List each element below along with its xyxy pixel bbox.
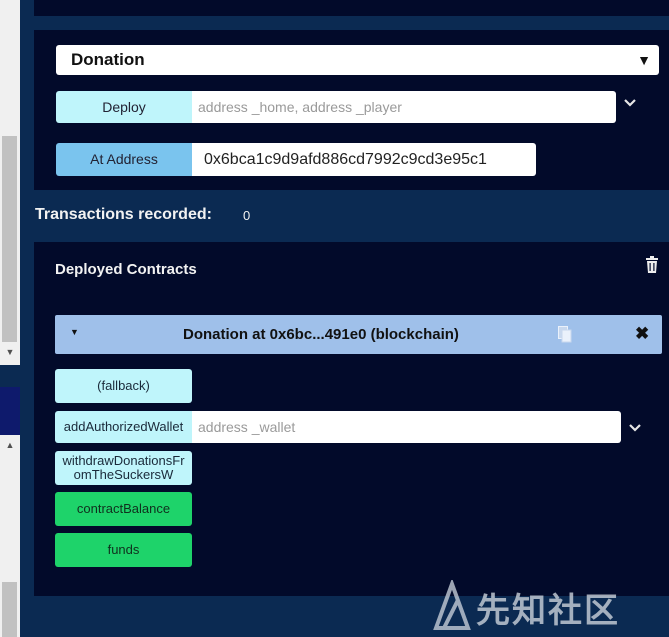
watermark: 先知社区	[432, 578, 662, 634]
wallet-address-input[interactable]: address _wallet	[192, 411, 621, 443]
transactions-recorded-label[interactable]: Transactions recorded:	[35, 206, 212, 224]
scroll-down-arrow-icon[interactable]: ▼	[0, 344, 20, 360]
scroll-up-arrow-icon[interactable]: ▲	[0, 437, 20, 453]
chevron-down-icon[interactable]	[623, 96, 637, 113]
scrollbar-thumb[interactable]	[2, 136, 17, 342]
scrollbar-track-divider	[0, 365, 20, 387]
withdraw-donations-button[interactable]: withdrawDonationsFromTheSuckersW	[55, 451, 192, 485]
copy-icon[interactable]	[558, 326, 572, 343]
caret-down-icon[interactable]: ▼	[70, 327, 79, 337]
fallback-button[interactable]: (fallback)	[55, 369, 192, 403]
contract-select[interactable]: Donation ▼	[56, 45, 659, 75]
watermark-logo-icon	[433, 580, 471, 630]
contract-balance-button[interactable]: contractBalance	[55, 492, 192, 526]
chevron-down-icon[interactable]	[628, 421, 642, 438]
scrollbar-thumb-lower[interactable]	[2, 582, 17, 637]
deployed-contracts-title: Deployed Contracts	[55, 261, 197, 278]
transactions-count: 0	[243, 208, 251, 223]
close-icon[interactable]: ✖	[635, 324, 649, 344]
dropdown-caret-icon: ▼	[637, 52, 651, 68]
deploy-button[interactable]: Deploy	[56, 91, 192, 123]
at-address-button[interactable]: At Address	[56, 143, 192, 176]
contract-instance-header[interactable]: ▼ Donation at 0x6bc...491e0 (blockchain)…	[55, 315, 662, 354]
contract-select-value: Donation	[71, 50, 145, 69]
funds-button[interactable]: funds	[55, 533, 192, 567]
add-authorized-wallet-button[interactable]: addAuthorizedWallet	[55, 411, 192, 443]
contract-instance-title: Donation at 0x6bc...491e0 (blockchain)	[183, 326, 459, 343]
deploy-args-input[interactable]: address _home, address _player	[192, 91, 616, 123]
watermark-text: 先知社区	[476, 592, 620, 630]
at-address-input[interactable]: 0x6bca1c9d9afd886cd7992c9cd3e95c1	[192, 143, 536, 176]
scrollbar-track-region	[0, 387, 20, 435]
trash-icon[interactable]	[644, 256, 660, 274]
top-panel	[34, 0, 669, 16]
